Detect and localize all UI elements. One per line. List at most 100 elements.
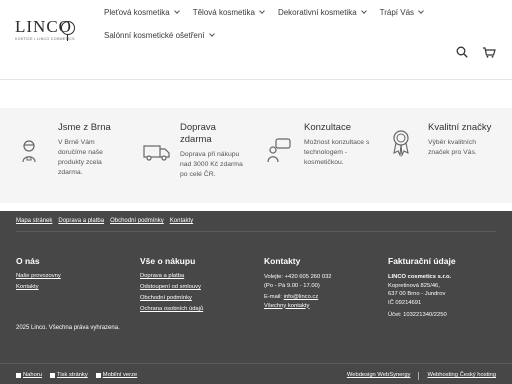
site-logo[interactable]: LINCO KOSTICE • LINCO COSMETICS [15,18,75,44]
nav-item-trapi-vas[interactable]: Trápí Vás [379,5,424,19]
footer-heading: Vše o nákupu [140,256,196,266]
link-mapa-stranek[interactable]: Mapa stránek [16,218,52,224]
link-obchodni-podminky[interactable]: Obchodní podmínky [110,218,164,224]
logo-subtitle: KOSTICE • LINCO COSMETICS [15,37,75,41]
feature-desc-line: doručíme naše [58,149,103,156]
feature-desc-line: značek pro Vás. [428,149,477,156]
footer-heading: O nás [16,256,40,266]
chevron-down-icon [173,7,180,14]
company-name: LINCO cosmetics s.r.o. [388,274,452,280]
feature-desc: Doprava při nákupu nad 3000 Kč zdarma po… [180,150,255,180]
consultation-icon [267,138,291,163]
link-label: Nahoru [23,372,43,378]
feature-title: Jsme z Brna [58,122,111,133]
cart-icon[interactable] [482,46,496,58]
link-kontakty[interactable]: Kontakty [170,218,193,224]
site-header: LINCO KOSTICE • LINCO COSMETICS Pleťová … [0,0,512,80]
nav-row-primary: Pleťová kosmetika Tělová kosmetika Dekor… [104,5,444,19]
quality-badge-icon [393,130,409,157]
feature-desc-line: produkty zcela [58,159,102,166]
feature-desc-line: Výběr kvalitních [428,139,476,146]
feature-title-line: Doprava [180,122,216,133]
feature-desc-line: nad 3000 Kč zdarma [180,161,243,168]
nav-item-dekorativni-kosmetika[interactable]: Dekorativní kosmetika [277,5,367,19]
link-webdesign[interactable]: Webdesign WebSynergy [347,372,411,380]
nav-item-pletova-kosmetika[interactable]: Pleťová kosmetika [104,5,180,19]
feature-desc-line: po celé ČR. [180,171,216,178]
nav-item-telova-kosmetika[interactable]: Tělová kosmetika [192,5,265,19]
email-link[interactable]: info@linco.cz [284,294,319,300]
address-line: 637 00 Brno - Jundrov [388,291,446,297]
search-icon[interactable] [456,46,468,58]
footer-col-o-nas: O nás Naše provozovny Kontakty [16,256,136,295]
credits-divider [418,372,420,380]
link-mobilni-verze[interactable]: Mobilní verze [95,372,138,378]
feature-desc-line: Doprava při nákupu [180,151,240,158]
nav-label: Trápí Vás [379,7,415,17]
link-vsechny-kontakty[interactable]: Všechny kontakty [264,303,384,309]
nav-label: Dekorativní kosmetika [277,7,357,17]
footer-bottom-bar: Nahoru Tisk stránky Mobilní verze Webdes… [0,363,512,384]
nav-row-secondary: Salónní kosmetické ošetření [104,28,444,42]
features-section: Jsme z Brna V Brně Vám doručíme naše pro… [0,108,512,203]
feature-desc: Možnost konzultace s technologem - kosme… [304,138,379,168]
address-line: Kopretinová 825/46, [388,282,440,289]
email-row: E-mail: info@linco.cz [264,293,384,302]
link-label: Tisk stránky [57,372,88,378]
link-obchodni-podminky-footer[interactable]: Obchodní podmínky [140,295,260,301]
footer-credits: Webdesign WebSynergy Webhosting Český ho… [339,372,496,380]
footer-divider [16,231,496,232]
feature-desc: V Brně Vám doručíme naše produkty zcela … [58,138,133,178]
footer-col-fakturacni: Fakturační údaje LINCO cosmetics s.r.o. … [388,256,508,320]
logo-ring-icon [61,21,75,35]
nav-label: Salónní kosmetické ošetření [104,30,205,40]
feature-desc-line: kosmetičkou. [304,159,344,166]
link-doprava-a-platba[interactable]: Doprava a platba [58,218,104,224]
link-doprava-platba[interactable]: Doprava a platba [140,273,260,279]
link-webhosting[interactable]: Webhosting Český hosting [427,372,496,380]
nav-label: Tělová kosmetika [192,7,255,17]
main-navigation: Pleťová kosmetika Tělová kosmetika Dekor… [104,5,444,51]
chevron-down-icon [360,7,367,14]
footer-heading: Kontakty [264,256,301,266]
arrow-up-icon [16,372,21,378]
feature-desc: Výběr kvalitních značek pro Vás. [428,138,503,158]
site-footer: Mapa stránek Doprava a platba Obchodní p… [0,211,512,384]
phone-text: Volejte: +420 605 260 032 [264,274,332,280]
mobile-icon [95,372,101,378]
delivery-person-icon [22,140,36,163]
nav-item-salonni-osetreni[interactable]: Salónní kosmetické ošetření [104,28,215,42]
feature-desc-line: V Brně Vám [58,139,95,146]
logo-handle-icon [67,34,69,41]
feature-title: Konzultace [304,122,352,133]
feature-desc-line: technologem - [304,149,348,156]
chevron-down-icon [259,7,265,14]
chevron-down-icon [208,30,215,37]
hours-text: (Po - Pá 9.00 - 17.00) [264,282,320,289]
footer-top-links: Mapa stránek Doprava a platba Obchodní p… [16,218,199,224]
footer-utility-links: Nahoru Tisk stránky Mobilní verze [16,372,145,378]
footer-col-vse-o-nakupu: Vše o nákupu Doprava a platba Odstoupení… [140,256,260,317]
feature-title-line: zdarma [180,134,212,145]
chevron-down-icon [418,7,424,14]
nav-label: Pleťová kosmetika [104,7,170,17]
footer-heading: Fakturační údaje [388,256,456,266]
feature-desc-line: Možnost konzultace s [304,139,370,146]
link-ochrana-udaju[interactable]: Ochrana osobních údajů [140,306,260,312]
ico-line: IČ 09214691 [388,299,422,306]
footer-col-kontakty: Kontakty Volejte: +420 605 260 032 (Po -… [264,256,384,314]
print-icon [50,372,56,378]
link-nase-provozovny[interactable]: Naše provozovny [16,273,136,279]
link-nahoru[interactable]: Nahoru [16,372,42,378]
feature-desc-line: zdarma. [58,169,83,176]
link-kontakty-footer[interactable]: Kontakty [16,284,136,290]
link-tisk-stranky[interactable]: Tisk stránky [50,372,88,378]
copyright-text: 2025 Linco. Všechna práva vyhrazena. [16,325,120,331]
link-odstoupeni[interactable]: Odstoupení od smlouvy [140,284,260,290]
email-label: E-mail: [264,294,284,300]
truck-icon [143,145,170,161]
feature-title: Doprava zdarma [180,122,260,146]
link-label: Mobilní verze [102,372,138,378]
feature-title: Kvalitní značky [428,122,492,133]
account-line: Účet: 103221340/2250 [388,312,447,318]
